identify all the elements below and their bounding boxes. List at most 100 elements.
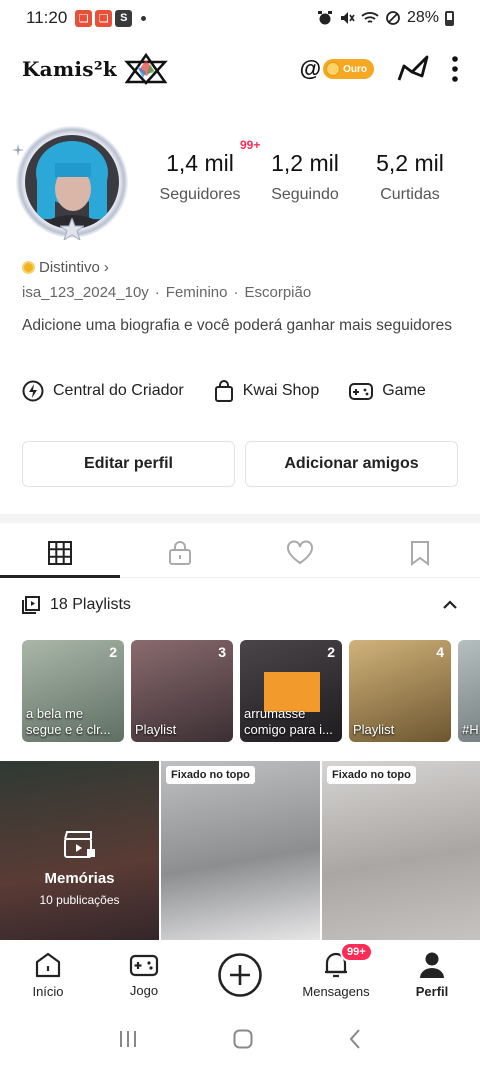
gold-badge: Ouro xyxy=(323,59,374,79)
playlist-card[interactable]: 3 Playlist xyxy=(131,640,233,742)
profile-bio[interactable]: Adicione uma biografia e você poderá gan… xyxy=(22,316,462,336)
playlists-header[interactable]: 18 Playlists xyxy=(22,596,458,614)
gold-level-button[interactable]: @ Ouro xyxy=(300,56,374,82)
playlist-count: 3 xyxy=(218,644,226,660)
memories-subtitle: 10 publicações xyxy=(39,893,120,907)
sparkle-icon xyxy=(12,144,24,156)
playlist-caption: Playlist xyxy=(353,722,395,737)
playlist-card[interactable]: 4 Playlist xyxy=(349,640,451,742)
playlist-caption: Playlist xyxy=(135,722,177,737)
brand-logo-icon xyxy=(124,52,168,85)
tool-label: Game xyxy=(382,382,426,399)
at-icon: @ xyxy=(299,56,322,81)
memories-card[interactable]: Memórias 10 publicações xyxy=(0,761,159,941)
messages-badge: 99+ xyxy=(340,942,373,962)
bottom-navigation: Início Jogo 99+ Mensagens Perfil xyxy=(0,940,480,1010)
playlists-row: 2 a bela me segue e é clr... 3 Playlist … xyxy=(22,640,480,742)
status-time: 11:20 xyxy=(26,8,68,27)
section-divider xyxy=(0,514,480,523)
tab-liked[interactable] xyxy=(240,528,360,577)
chevron-up-icon[interactable] xyxy=(442,599,458,611)
memories-overlay: Memórias 10 publicações xyxy=(0,829,159,907)
pinned-label: Fixado no topo xyxy=(327,766,416,784)
memories-title: Memórias xyxy=(44,870,115,887)
posts-grid: Memórias 10 publicações Fixado no topo F… xyxy=(0,761,480,941)
playlist-caption: #H xyxy=(462,722,479,737)
playlist-count: 2 xyxy=(109,644,117,660)
more-notifications-dot xyxy=(141,15,147,21)
playlists-count-label: 18 Playlists xyxy=(50,596,131,613)
profile-meta: isa_123_2024_10y · Feminino · Escorpião xyxy=(22,284,311,301)
distinction-link[interactable]: Distintivo › xyxy=(22,259,109,276)
meta-separator: · xyxy=(154,284,160,301)
stat-value: 1,2 mil xyxy=(271,150,339,176)
nav-label: Início xyxy=(32,984,64,999)
gamepad-icon xyxy=(129,954,159,977)
playlist-card[interactable]: 2 a bela me segue e é clr... xyxy=(22,640,124,742)
gold-badge-label: Ouro xyxy=(343,63,367,75)
profile-stats: 1,4 mil Seguidores 1,2 mil Seguindo 5,2 … xyxy=(150,150,460,204)
back-icon[interactable] xyxy=(347,1028,363,1050)
profile-top-bar: Kamis²k @ Ouro xyxy=(0,44,480,94)
no-disturb-icon xyxy=(386,11,400,25)
recent-apps-icon[interactable] xyxy=(117,1028,139,1050)
nav-home[interactable]: Início xyxy=(0,940,96,1010)
edit-profile-button[interactable]: Editar perfil xyxy=(22,441,235,487)
playlist-card[interactable]: 2 arrumasse comigo para i... xyxy=(240,640,342,742)
followers-stat[interactable]: 1,4 mil Seguidores xyxy=(150,150,250,204)
app-notification-icon: ❏ xyxy=(95,9,113,27)
stat-label: Seguindo xyxy=(271,186,339,203)
home-button-icon[interactable] xyxy=(232,1028,254,1050)
battery-icon xyxy=(445,10,454,26)
likes-stat[interactable]: 5,2 mil Curtidas xyxy=(360,150,460,204)
playlist-card[interactable]: #H xyxy=(458,640,480,742)
tab-saved[interactable] xyxy=(360,528,480,577)
battery-percent: 28% xyxy=(406,9,439,26)
kwai-shop-button[interactable]: Kwai Shop xyxy=(214,374,320,408)
system-navigation-bar xyxy=(0,1012,480,1066)
distinction-label: Distintivo xyxy=(39,259,100,276)
profile-avatar[interactable] xyxy=(12,126,128,240)
share-icon[interactable] xyxy=(396,54,430,84)
pinned-post[interactable]: Fixado no topo xyxy=(322,761,480,941)
nav-label: Mensagens xyxy=(302,984,370,999)
tab-private[interactable] xyxy=(120,528,240,577)
meta-separator: · xyxy=(233,284,239,301)
more-options-icon[interactable] xyxy=(452,55,458,83)
distinction-badge-icon xyxy=(22,261,35,274)
tool-label: Kwai Shop xyxy=(242,382,320,399)
chevron-right-icon: › xyxy=(103,259,109,276)
star-icon xyxy=(60,218,84,240)
nav-create[interactable] xyxy=(192,940,288,1010)
following-stat[interactable]: 1,2 mil Seguindo xyxy=(255,150,355,204)
pinned-label: Fixado no topo xyxy=(166,766,255,784)
tab-posts[interactable] xyxy=(0,528,120,578)
playlist-caption: a bela me segue e é clr... xyxy=(26,706,111,737)
pinned-post[interactable]: Fixado no topo xyxy=(161,761,320,941)
profile-brand-name: Kamis²k xyxy=(22,57,118,81)
status-bar: 11:20 ❏ ❏ S 28% xyxy=(0,0,480,36)
tool-label: Central do Criador xyxy=(53,382,184,399)
playlist-caption: arrumasse comigo para i... xyxy=(244,706,333,737)
lightning-icon xyxy=(22,380,44,402)
plus-circle-icon xyxy=(218,953,262,997)
nav-label: Perfil xyxy=(415,984,449,999)
add-friends-button[interactable]: Adicionar amigos xyxy=(245,441,458,487)
clapperboard-icon xyxy=(63,831,95,858)
game-button[interactable]: Game xyxy=(349,374,426,408)
person-icon xyxy=(420,952,444,978)
username: isa_123_2024_10y xyxy=(22,284,149,301)
grid-icon xyxy=(48,540,72,565)
nav-game[interactable]: Jogo xyxy=(96,940,192,1010)
alarm-icon xyxy=(317,11,332,25)
stat-value: 5,2 mil xyxy=(376,150,444,176)
nav-profile[interactable]: Perfil xyxy=(384,940,480,1010)
playlist-count: 4 xyxy=(436,644,444,660)
creator-center-button[interactable]: Central do Criador xyxy=(22,374,184,408)
stat-label: Curtidas xyxy=(380,186,440,203)
nav-messages[interactable]: 99+ Mensagens xyxy=(288,940,384,1010)
avatar-image xyxy=(25,135,119,229)
app-notification-icon: S xyxy=(115,9,133,27)
gender: Feminino xyxy=(165,284,228,301)
gold-coin-icon xyxy=(326,62,341,76)
